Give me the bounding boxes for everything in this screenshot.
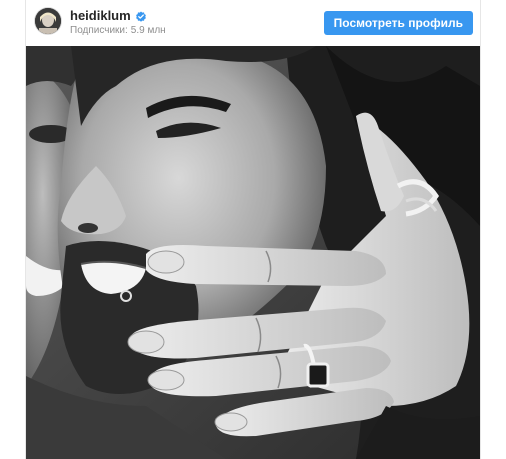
username-row: heidiklum (70, 8, 147, 24)
post-header: heidiklum Подписчики: 5.9 млн Посмотреть … (26, 0, 482, 45)
followers-label: Подписчики: (70, 25, 128, 36)
profile-avatar[interactable] (35, 8, 61, 34)
verified-badge-icon (135, 10, 147, 22)
followers-value: 5.9 млн (130, 25, 166, 36)
instagram-embed: heidiklum Подписчики: 5.9 млн Посмотреть … (25, 0, 481, 459)
followers-count: Подписчики: 5.9 млн (70, 25, 166, 37)
post-photo[interactable] (26, 46, 480, 459)
view-profile-button[interactable]: Посмотреть профиль (323, 11, 473, 35)
username[interactable]: heidiklum (70, 8, 131, 24)
post-photo-image (26, 46, 480, 459)
